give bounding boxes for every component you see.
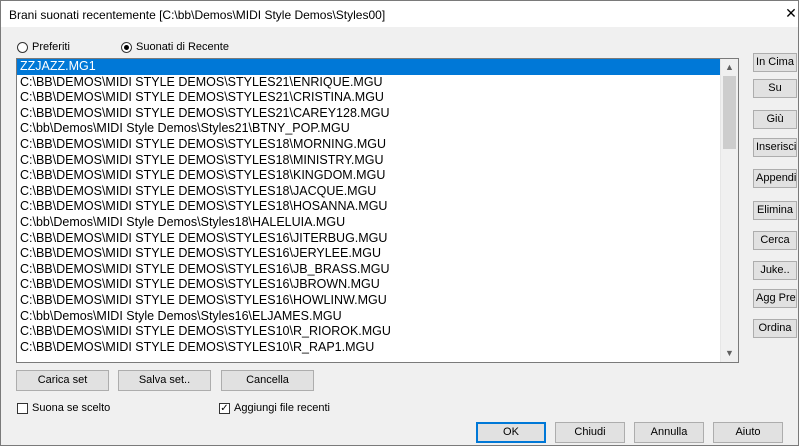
list-item[interactable]: C:\BB\DEMOS\MIDI STYLE DEMOS\STYLES18\MI… — [17, 153, 722, 169]
list-item[interactable]: C:\BB\DEMOS\MIDI STYLE DEMOS\STYLES21\EN… — [17, 75, 722, 91]
radio-favorites-circle[interactable] — [17, 41, 28, 53]
list-item[interactable]: C:\BB\DEMOS\MIDI STYLE DEMOS\STYLES18\MO… — [17, 137, 722, 153]
delete-set-button[interactable]: Cancella — [221, 370, 314, 391]
list-item[interactable]: C:\BB\DEMOS\MIDI STYLE DEMOS\STYLES18\KI… — [17, 168, 722, 184]
save-set-button[interactable]: Salva set.. — [118, 370, 211, 391]
cancel-button[interactable]: Annulla — [634, 422, 704, 443]
scroll-up-icon[interactable]: ▲ — [721, 59, 738, 76]
delete-button[interactable]: Elimina — [753, 201, 797, 220]
list-item[interactable]: C:\BB\DEMOS\MIDI STYLE DEMOS\STYLES21\CR… — [17, 90, 722, 106]
radio-recent-circle[interactable] — [121, 41, 132, 53]
window-title: Brani suonati recentemente [C:\bb\Demos\… — [9, 8, 386, 22]
play-on-select-label: Suona se scelto — [32, 402, 111, 414]
load-set-button[interactable]: Carica set — [16, 370, 109, 391]
radio-favorites[interactable]: Preferiti — [17, 39, 70, 55]
add-recent-label: Aggiungi file recenti — [234, 402, 331, 414]
list-item[interactable]: C:\BB\DEMOS\MIDI STYLE DEMOS\STYLES16\JI… — [17, 231, 722, 247]
recent-songs-list[interactable]: ZZJAZZ.MG1 C:\BB\DEMOS\MIDI STYLE DEMOS\S… — [16, 58, 739, 363]
recent-songs-dialog: Brani suonati recentemente [C:\bb\Demos\… — [0, 0, 799, 446]
ok-button[interactable]: OK — [476, 422, 546, 443]
list-item[interactable]: C:\bb\Demos\MIDI Style Demos\Styles18\HA… — [17, 215, 722, 231]
list-item[interactable]: C:\BB\DEMOS\MIDI STYLE DEMOS\STYLES18\HO… — [17, 199, 722, 215]
list-item[interactable]: C:\BB\DEMOS\MIDI STYLE DEMOS\STYLES16\HO… — [17, 293, 722, 309]
move-top-button[interactable]: In Cima — [753, 53, 797, 72]
search-button[interactable]: Cerca — [753, 231, 797, 250]
move-up-button[interactable]: Su — [753, 79, 797, 98]
add-favorite-button[interactable]: Agg Pref — [753, 289, 797, 308]
list-item[interactable]: ZZJAZZ.MG1 — [17, 59, 722, 75]
list-item[interactable]: C:\BB\DEMOS\MIDI STYLE DEMOS\STYLES16\JE… — [17, 246, 722, 262]
sort-button[interactable]: Ordina — [753, 319, 797, 338]
radio-recent[interactable]: Suonati di Recente — [121, 39, 229, 55]
move-down-button[interactable]: Giù — [753, 110, 797, 129]
close-button[interactable]: Chiudi — [555, 422, 625, 443]
scrollbar-thumb[interactable] — [723, 76, 736, 149]
title-bar: Brani suonati recentemente [C:\bb\Demos\… — [1, 1, 798, 27]
list-item[interactable]: C:\BB\DEMOS\MIDI STYLE DEMOS\STYLES16\JB… — [17, 262, 722, 278]
radio-recent-label: Suonati di Recente — [136, 41, 229, 53]
add-recent-box[interactable]: ✓ — [219, 402, 230, 414]
insert-button[interactable]: Inserisci — [753, 138, 797, 157]
list-item[interactable]: C:\BB\DEMOS\MIDI STYLE DEMOS\STYLES21\CA… — [17, 106, 722, 122]
list-item[interactable]: C:\bb\Demos\MIDI Style Demos\Styles21\BT… — [17, 121, 722, 137]
list-item[interactable]: C:\BB\DEMOS\MIDI STYLE DEMOS\STYLES16\JB… — [17, 277, 722, 293]
help-button[interactable]: Aiuto — [713, 422, 783, 443]
list-item[interactable]: C:\BB\DEMOS\MIDI STYLE DEMOS\STYLES10\R_… — [17, 324, 722, 340]
add-recent-checkbox[interactable]: ✓ Aggiungi file recenti — [219, 400, 330, 416]
list-item[interactable]: C:\bb\Demos\MIDI Style Demos\Styles16\EL… — [17, 309, 722, 325]
play-on-select-box[interactable] — [17, 402, 28, 414]
list-item[interactable]: C:\BB\DEMOS\MIDI STYLE DEMOS\STYLES18\JA… — [17, 184, 722, 200]
vertical-scrollbar[interactable]: ▲ ▼ — [720, 59, 738, 362]
list-items: ZZJAZZ.MG1 C:\BB\DEMOS\MIDI STYLE DEMOS\S… — [17, 59, 722, 355]
close-icon[interactable]: ✕ — [784, 5, 798, 21]
radio-favorites-label: Preferiti — [32, 41, 70, 53]
append-button[interactable]: Appendi — [753, 169, 797, 188]
list-item[interactable]: C:\BB\DEMOS\MIDI STYLE DEMOS\STYLES10\R_… — [17, 340, 722, 356]
juke-button[interactable]: Juke.. — [753, 261, 797, 280]
play-on-select-checkbox[interactable]: Suona se scelto — [17, 400, 110, 416]
scroll-down-icon[interactable]: ▼ — [721, 345, 738, 362]
